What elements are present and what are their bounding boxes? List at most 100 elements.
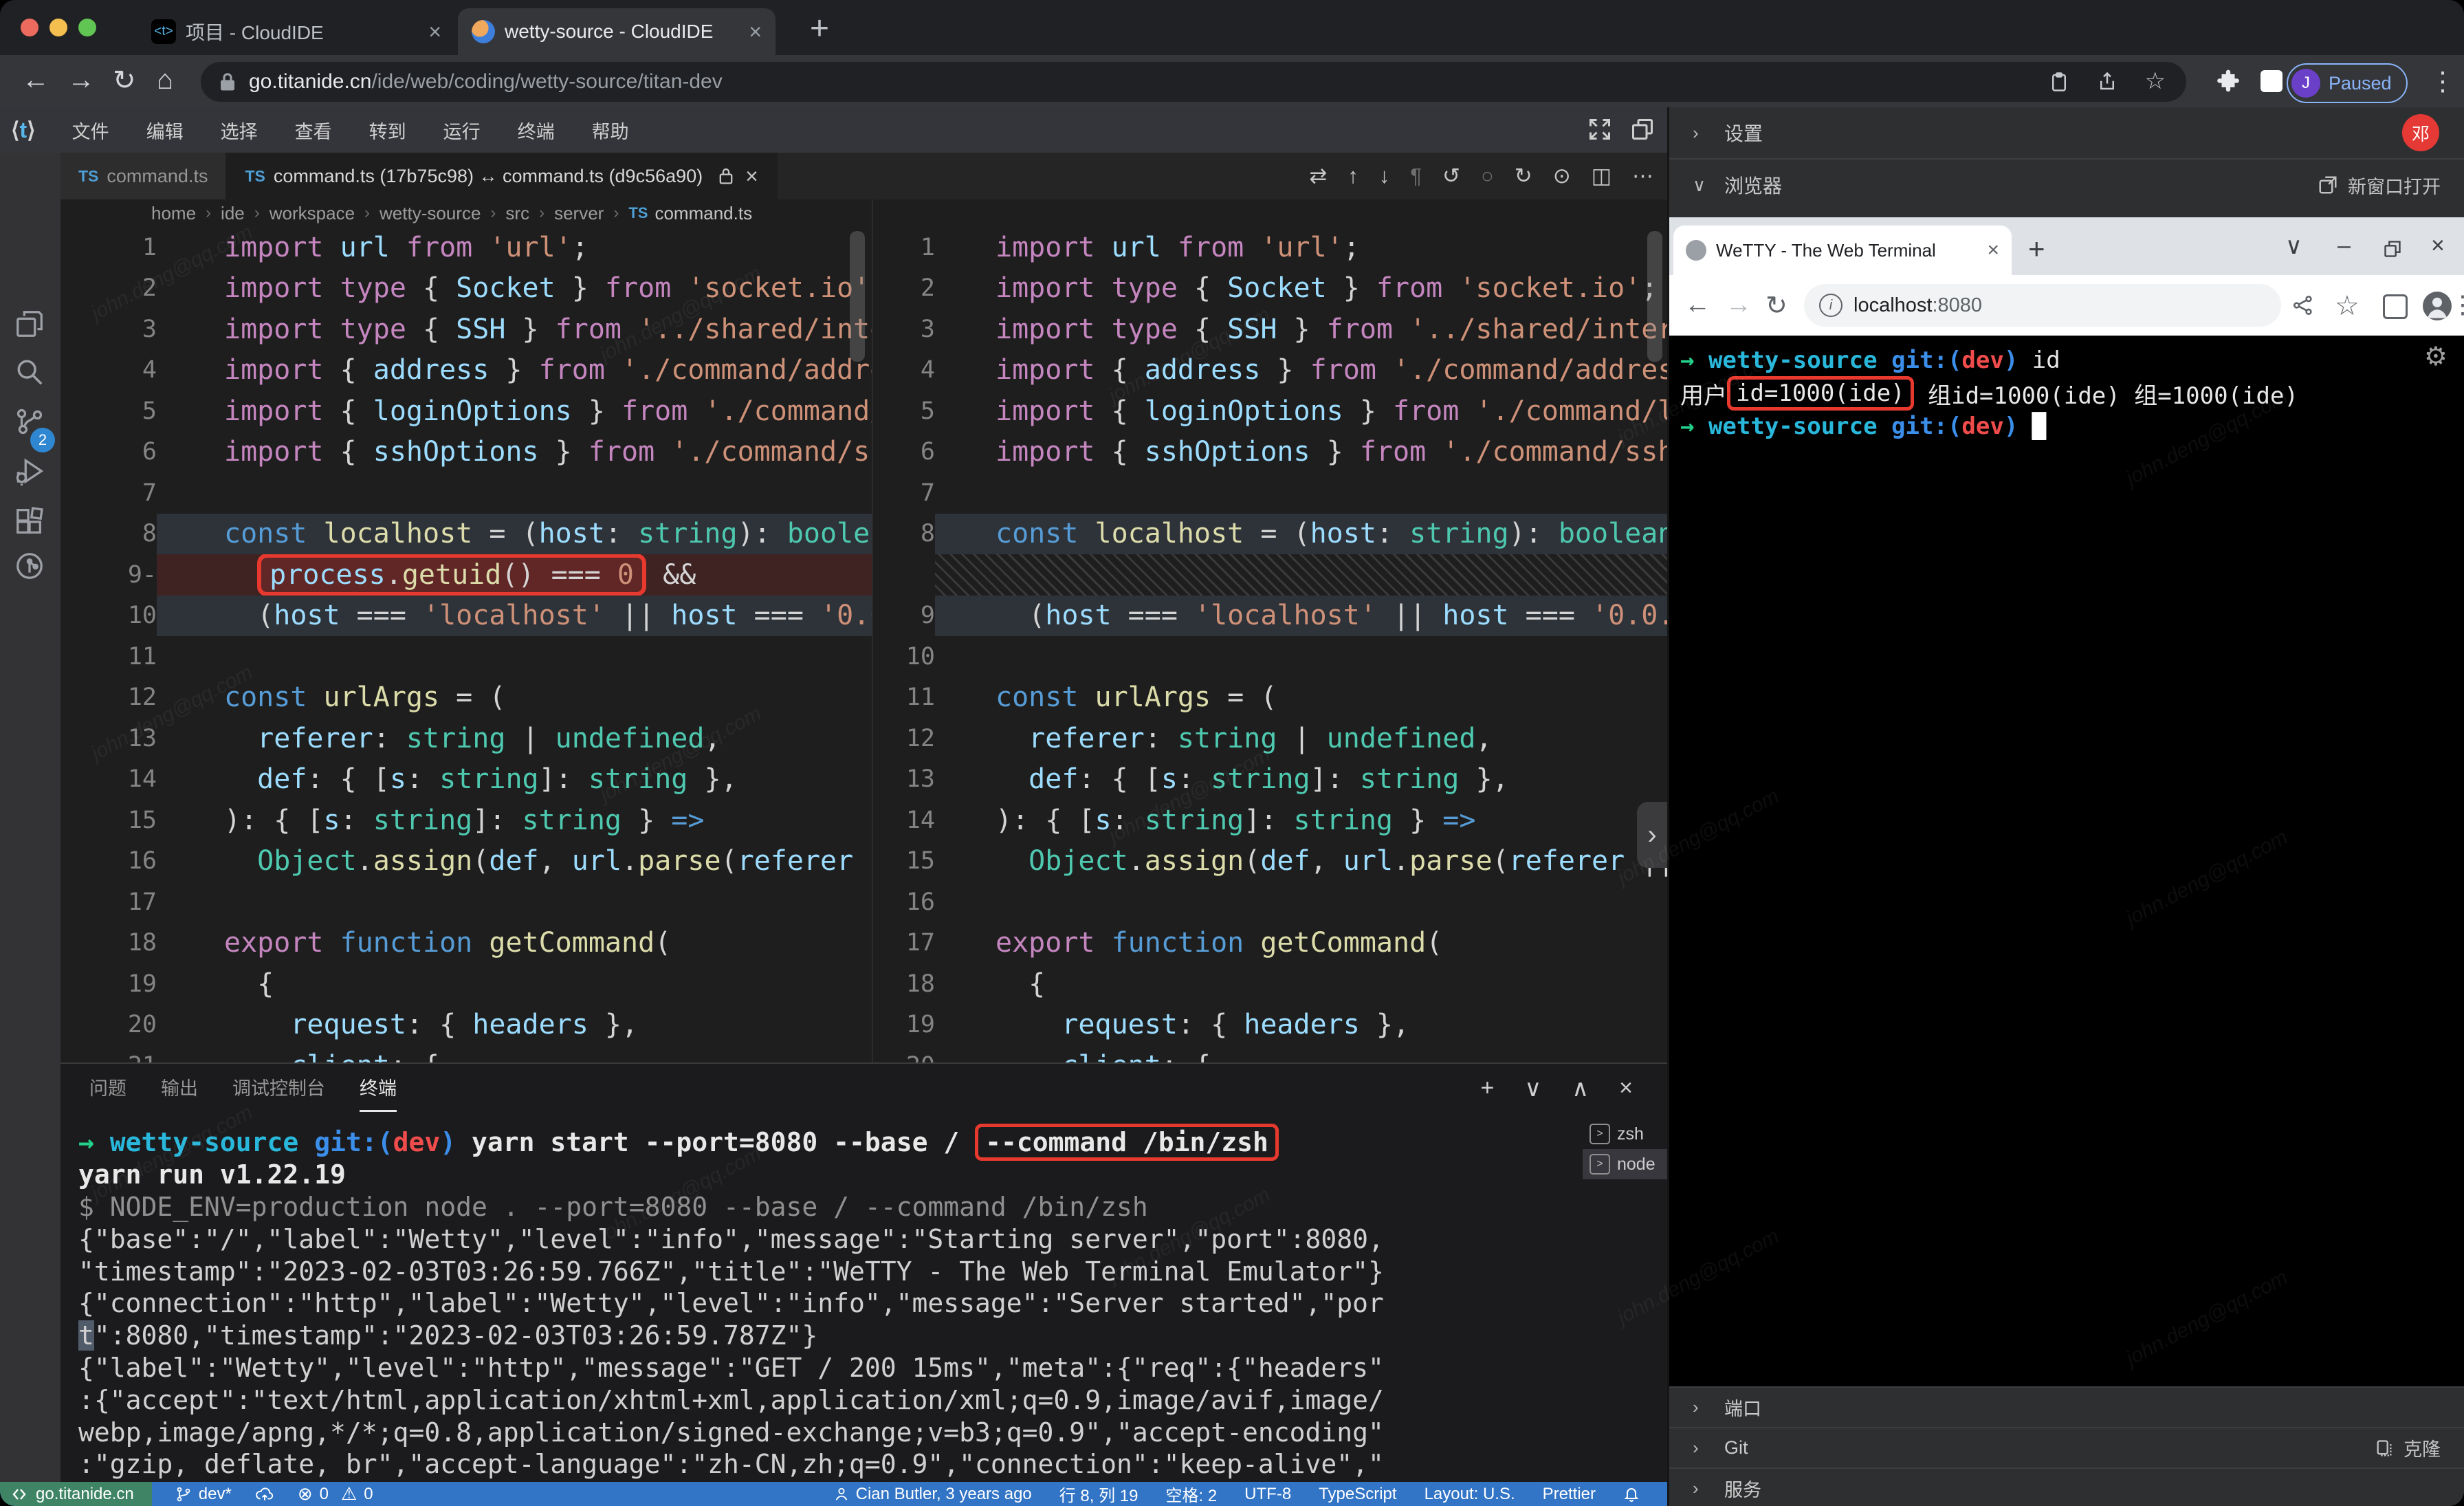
open-new-window-button[interactable]: 新窗口打开 [2318,172,2441,199]
tab-close-icon[interactable]: × [749,21,762,43]
forward-icon[interactable]: → [67,65,95,96]
tab-square-icon[interactable] [2383,294,2408,319]
forward-icon[interactable]: → [1726,290,1752,320]
back-icon[interactable]: ← [22,65,50,96]
previous-file-icon[interactable]: ↑ [1348,164,1358,188]
tab-close-icon[interactable]: × [745,164,758,189]
language-mode[interactable]: TypeScript [1319,1485,1396,1504]
reload-icon[interactable]: ↻ [113,65,136,96]
problems-indicator[interactable]: ⊗0 ⚠0 [298,1483,373,1505]
panel-tab-调试控制台[interactable]: 调试控制台 [232,1073,325,1112]
breadcrumb-file[interactable]: command.ts [654,203,752,224]
menu-item-编辑[interactable]: 编辑 [128,117,202,144]
diff-editor-modified[interactable]: 1import url from 'url';2import type { So… [873,227,1667,1062]
webview-menu-kebab-icon[interactable]: ⋮ [2450,290,2464,319]
breadcrumb-item[interactable]: home [151,203,196,224]
terminal-dropdown-icon[interactable]: ∨ [1524,1075,1541,1102]
diff-editor-original[interactable]: 1import url from 'url';2import type { So… [60,227,872,1062]
window-zoom-button[interactable] [78,19,96,36]
bookmark-star-icon[interactable]: ☆ [2145,67,2166,95]
timeline-icon[interactable] [14,550,45,582]
whitespace-icon[interactable]: ¶ [1410,164,1422,188]
split-editor-icon[interactable]: ◫ [1592,164,1612,188]
menu-item-文件[interactable]: 文件 [54,117,128,144]
webview-restore-icon[interactable] [2383,239,2402,259]
previous-change-icon[interactable]: ↺ [1442,164,1460,188]
menu-item-转到[interactable]: 转到 [351,117,425,144]
menu-item-选择[interactable]: 选择 [202,117,276,144]
encoding[interactable]: UTF-8 [1244,1485,1291,1504]
next-change-icon[interactable]: ↻ [1515,164,1532,188]
bookmark-star-icon[interactable]: ☆ [2335,290,2360,322]
share-icon[interactable] [2097,71,2118,93]
notifications-bell-icon[interactable] [1623,1486,1640,1503]
breadcrumb-item[interactable]: workspace [270,203,355,224]
user-badge[interactable]: 邓 [2402,114,2439,151]
webview-address-bar[interactable]: i localhost :8080 [1804,284,2281,327]
git-clone-button[interactable]: 克隆 [2375,1434,2441,1461]
panel-tab-输出[interactable]: 输出 [161,1073,198,1112]
open-changes-icon[interactable]: ⇄ [1309,164,1327,188]
info-icon[interactable]: i [1819,294,1842,317]
clipboard-icon[interactable] [2049,71,2069,93]
wetty-terminal[interactable]: ⚙ → wetty-source git:(dev) id用户id=1000(i… [1669,336,2464,1386]
formatter[interactable]: Prettier [1543,1485,1596,1504]
right-scrollbar[interactable] [1647,231,1662,362]
sync-indicator[interactable] [255,1486,274,1503]
new-tab-button[interactable]: + [810,14,829,44]
home-icon[interactable]: ⌂ [157,65,173,96]
terminal-list-item-node[interactable]: >node [1583,1149,1667,1179]
back-icon[interactable]: ← [1684,290,1710,320]
current-change-icon[interactable]: ○ [1481,164,1494,188]
webview-profile-avatar[interactable] [2423,292,2452,320]
breadcrumb-item[interactable]: src [505,203,529,224]
close-panel-icon[interactable]: × [1619,1075,1633,1102]
terminal-list-item-zsh[interactable]: >zsh [1583,1119,1667,1149]
layout-icon[interactable] [1630,117,1655,142]
maximize-panel-icon[interactable]: ∧ [1572,1075,1589,1102]
keyboard-layout[interactable]: Layout: U.S. [1424,1485,1515,1504]
search-icon[interactable] [14,356,45,388]
address-bar[interactable]: go.titanide.cn/ide/web/coding/wetty-sour… [201,62,2186,102]
fullscreen-icon[interactable] [1587,117,1612,142]
next-file-icon[interactable]: ↓ [1379,164,1390,188]
webview-new-tab-button[interactable]: + [2028,232,2045,265]
webview-close-icon[interactable]: × [2431,232,2445,259]
section-settings[interactable]: › 设置 邓 [1669,107,2464,158]
menu-item-查看[interactable]: 查看 [276,117,351,144]
editor-tab-diff[interactable]: TS command.ts (17b75c98) ↔ command.ts (d… [227,153,777,199]
webview-dropdown-icon[interactable]: ∨ [2285,232,2302,260]
window-close-button[interactable] [21,19,38,36]
menu-item-运行[interactable]: 运行 [425,117,499,144]
section-ports[interactable]: › 端口 [1669,1388,2464,1427]
menu-item-终端[interactable]: 终端 [499,117,573,144]
blame-indicator[interactable]: Cian Butler, 3 years ago [834,1485,1032,1504]
explorer-icon[interactable] [14,308,45,340]
terminal-output[interactable]: → wetty-source git:(dev) yarn start --po… [78,1126,1570,1481]
breadcrumb-item[interactable]: server [554,203,604,224]
webview-tab-close-icon[interactable]: × [1987,239,1999,262]
indentation[interactable]: 空格: 2 [1165,1482,1217,1506]
browser-tab-project[interactable]: <t> 项目 - CloudIDE × [138,8,455,55]
webview-tab[interactable]: WeTTY - The Web Terminal × [1673,226,2012,275]
browser-menu-kebab-icon[interactable]: ⋮ [2430,66,2456,97]
run-debug-icon[interactable] [14,455,45,487]
git-branch-indicator[interactable]: dev* [175,1485,232,1504]
window-minimize-button[interactable] [50,19,67,36]
share-icon[interactable] [2292,294,2314,316]
breadcrumb-item[interactable]: ide [221,203,245,224]
webview-minimize-icon[interactable]: – [2338,232,2351,259]
editor-tab-command-ts[interactable]: TS command.ts [60,153,227,199]
reload-icon[interactable]: ↻ [1766,290,1788,321]
breadcrumb-item[interactable]: wetty-source [380,203,481,224]
cursor-position[interactable]: 行 8, 列 19 [1059,1482,1138,1506]
panel-tab-问题[interactable]: 问题 [89,1073,126,1112]
timeline-icon[interactable]: ⊙ [1553,164,1571,188]
extensions-puzzle-icon[interactable] [2215,69,2241,95]
panel-tab-终端[interactable]: 终端 [360,1073,397,1112]
extensions-icon[interactable] [14,505,45,536]
remote-indicator[interactable]: go.titanide.cn [0,1482,152,1506]
left-scrollbar[interactable] [850,231,865,362]
menu-item-帮助[interactable]: 帮助 [573,117,648,144]
section-services[interactable]: › 服务 [1669,1469,2464,1506]
